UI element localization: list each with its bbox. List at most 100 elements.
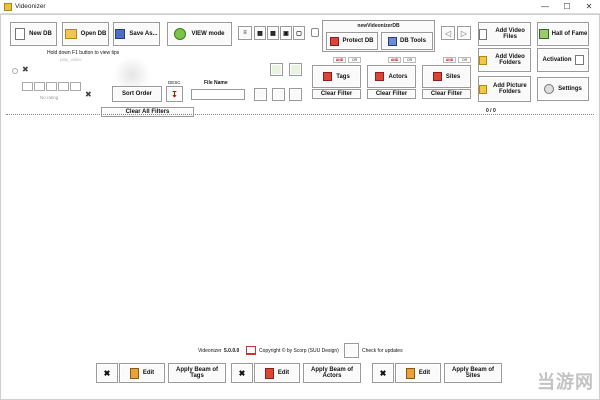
sort-direction-icon[interactable]: ↧ (166, 86, 183, 102)
desc-label: DESC (168, 80, 181, 85)
star-1-icon[interactable] (22, 82, 33, 91)
add-picture-folders-label: Add Picture Folders (492, 83, 527, 95)
add-video-folders-label: Add Video Folders (495, 54, 525, 66)
edit-actors-icon (264, 367, 274, 379)
tag-icon (323, 72, 333, 81)
actors-or-toggle[interactable]: OR (403, 57, 416, 63)
sites-filter-button[interactable]: Sites (422, 65, 471, 88)
view-mode-button[interactable]: VIEW mode (167, 22, 232, 46)
add-video-files-label: Add Video Files (495, 28, 525, 40)
document-icon (15, 28, 26, 40)
home-icon[interactable] (246, 346, 256, 355)
filter-mode-4-icon[interactable] (272, 88, 285, 101)
footer-copyright: Copyright © by Scorp (SUU Design) (259, 348, 339, 354)
actors-filter-button[interactable]: Actors (367, 65, 416, 88)
add-picture-folders-button[interactable]: Add Picture Folders (478, 76, 531, 102)
actors-beam-close-icon[interactable]: ✖ (231, 363, 253, 383)
open-db-button[interactable]: Open DB (62, 22, 109, 46)
filter-mode-2-icon[interactable] (289, 63, 302, 76)
grid-xlarge-icon[interactable]: ▢ (293, 26, 305, 40)
apply-sites-button[interactable]: Apply Beam of Sites (444, 363, 502, 383)
footer-version: 5.0.0.0 (224, 348, 240, 354)
actors-clear-filter-button[interactable]: Clear Filter (367, 89, 416, 99)
star-4-icon[interactable] (58, 82, 69, 91)
clear-rating-x-icon[interactable]: ✖ (85, 90, 92, 99)
db-name: newVideonizerDB (357, 23, 400, 29)
video-file-icon (479, 28, 488, 40)
star-3-icon[interactable] (46, 82, 57, 91)
update-check-icon[interactable] (344, 343, 359, 358)
apply-actors-button[interactable]: Apply Beam of Actors (303, 363, 361, 383)
site-icon (432, 72, 442, 81)
previous-arrow-icon[interactable]: ◁ (441, 26, 455, 40)
apply-tags-button[interactable]: Apply Beam of Tags (168, 363, 226, 383)
tags-and-toggle[interactable]: AND (333, 57, 346, 63)
faded-caption: play_video (60, 57, 82, 62)
actors-and-toggle[interactable]: AND (388, 57, 401, 63)
add-video-files-button[interactable]: Add Video Files (478, 22, 531, 46)
hall-of-fame-button[interactable]: Hall of Fame (537, 22, 589, 46)
protect-db-button[interactable]: Protect DB (326, 32, 378, 50)
clear-all-filters-button[interactable]: Clear All Filters (101, 107, 194, 117)
actors-edit-button[interactable]: Edit (254, 363, 300, 383)
tags-clear-filter-button[interactable]: Clear Filter (312, 89, 361, 99)
settings-label: Settings (558, 86, 582, 92)
trophy-icon (538, 29, 549, 39)
rating-caption: No rating (40, 95, 59, 100)
content-separator (6, 114, 594, 115)
tools-icon (388, 36, 398, 46)
save-as-label: Save As... (129, 31, 158, 37)
add-video-folders-button[interactable]: Add Video Folders (478, 48, 531, 72)
star-5-icon[interactable] (70, 82, 81, 91)
tags-beam-close-icon[interactable]: ✖ (96, 363, 118, 383)
leaf-icon (174, 28, 187, 40)
activation-label: Activation (542, 57, 572, 63)
protect-db-label: Protect DB (342, 38, 374, 44)
actor-icon (375, 72, 385, 81)
f1-tip: Hold down F1 button to view tips (47, 50, 120, 56)
sites-edit-button[interactable]: Edit (395, 363, 441, 383)
filter-mode-1-icon[interactable] (270, 63, 283, 76)
sort-order-button[interactable]: Sort Order (112, 86, 162, 102)
clear-x-icon[interactable]: ✖ (22, 65, 29, 74)
new-db-label: New DB (29, 31, 52, 37)
close-button[interactable]: ✕ (578, 0, 600, 14)
grid-large-icon[interactable]: ▣ (280, 26, 292, 40)
rating-stars[interactable] (22, 82, 82, 91)
key-icon (574, 55, 584, 65)
file-name-field[interactable] (191, 89, 245, 100)
tags-edit-button[interactable]: Edit (119, 363, 165, 383)
tags-or-toggle[interactable]: OR (348, 57, 361, 63)
radio-indicator[interactable] (12, 68, 18, 74)
save-icon (115, 29, 126, 39)
file-name-label: File Name (204, 80, 228, 86)
star-2-icon[interactable] (34, 82, 45, 91)
check-updates-link[interactable]: Check for updates (362, 348, 403, 354)
next-arrow-icon[interactable]: ▷ (457, 26, 471, 40)
database-panel: newVideonizerDB Protect DB DB Tools (322, 20, 435, 52)
settings-button[interactable]: Settings (537, 77, 589, 101)
activation-button[interactable]: Activation (537, 48, 589, 72)
sites-and-toggle[interactable]: AND (443, 57, 456, 63)
filter-mode-3-icon[interactable] (254, 88, 267, 101)
footer-app-name: Videonizer (198, 348, 222, 354)
grid-small-icon[interactable]: ▦ (254, 26, 266, 40)
filter-mode-5-icon[interactable] (289, 88, 302, 101)
palm-logo-watermark (112, 58, 152, 86)
actors-edit-label: Edit (277, 370, 290, 376)
maximize-button[interactable]: ☐ (556, 0, 578, 14)
new-db-button[interactable]: New DB (10, 22, 57, 46)
save-as-button[interactable]: Save As... (113, 22, 160, 46)
sites-or-toggle[interactable]: OR (458, 57, 471, 63)
actors-label: Actors (388, 73, 408, 80)
db-tools-button[interactable]: DB Tools (381, 32, 433, 50)
sites-beam-close-icon[interactable]: ✖ (372, 363, 394, 383)
shield-icon (330, 36, 340, 46)
site-watermark: 当游网 (537, 372, 594, 392)
grid-medium-icon[interactable]: ▦ (267, 26, 279, 40)
tags-filter-button[interactable]: Tags (312, 65, 361, 88)
sites-clear-filter-button[interactable]: Clear Filter (422, 89, 471, 99)
minimize-button[interactable]: — (534, 0, 556, 14)
list-view-icon[interactable]: ≡ (238, 26, 252, 40)
picture-folder-icon (479, 84, 487, 94)
